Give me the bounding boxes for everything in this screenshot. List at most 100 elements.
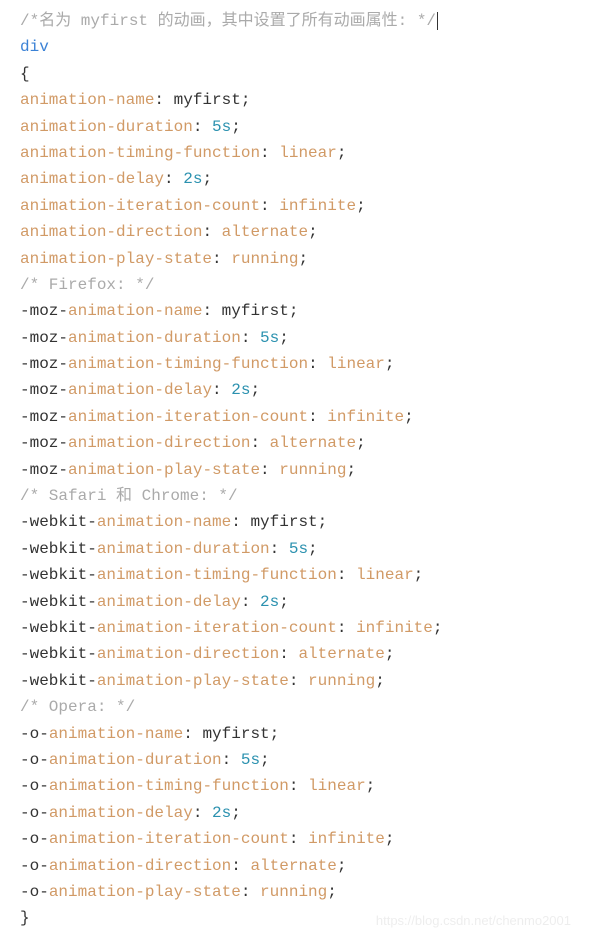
css-property: animation-direction [20,223,202,241]
semicolon: ; [279,593,289,611]
colon: : [337,566,356,584]
colon: : [260,144,279,162]
css-value: 5s [241,751,260,769]
code-line: -o-animation-delay: 2s; [20,800,571,826]
css-value: myfirst [202,725,269,743]
css-property: animation-name [97,513,231,531]
css-value: myfirst [222,302,289,320]
css-prefix: -moz- [20,381,68,399]
semicolon: ; [414,566,424,584]
colon: : [212,381,231,399]
code-line: animation-iteration-count: infinite; [20,193,571,219]
colon: : [231,857,250,875]
css-prefix: -o- [20,777,49,795]
code-line: -webkit-animation-play-state: running; [20,668,571,694]
css-prefix: -moz- [20,408,68,426]
css-value: linear [279,144,337,162]
css-value: myfirst [174,91,241,109]
code-comment-firefox: /* Firefox: */ [20,272,571,298]
css-value: running [260,883,327,901]
semicolon: ; [241,91,251,109]
css-prefix: -webkit- [20,645,97,663]
css-prefix: -webkit- [20,672,97,690]
code-line: -o-animation-duration: 5s; [20,747,571,773]
colon: : [308,355,327,373]
css-property: animation-timing-function [97,566,337,584]
css-property: animation-play-state [68,461,260,479]
css-value: running [231,250,298,268]
selector: div [20,38,49,56]
css-value: 2s [212,804,231,822]
css-property: animation-direction [68,434,250,452]
css-property: animation-delay [20,170,164,188]
semicolon: ; [346,461,356,479]
code-line: -moz-animation-direction: alternate; [20,430,571,456]
css-value: linear [327,355,385,373]
semicolon: ; [202,170,212,188]
css-property: animation-name [68,302,202,320]
semicolon: ; [375,672,385,690]
css-property: animation-play-state [97,672,289,690]
css-value: alternate [222,223,308,241]
css-property: animation-duration [49,751,222,769]
code-line: -o-animation-name: myfirst; [20,721,571,747]
colon: : [202,223,221,241]
css-value: infinite [279,197,356,215]
semicolon: ; [356,197,366,215]
colon: : [308,408,327,426]
css-property: animation-duration [68,329,241,347]
css-prefix: -o- [20,830,49,848]
code-line: -webkit-animation-delay: 2s; [20,589,571,615]
watermark-text: https://blog.csdn.net/chenmo2001 [376,910,571,931]
css-property: animation-iteration-count [97,619,337,637]
code-comment-safari: /* Safari 和 Chrome: */ [20,483,571,509]
colon: : [289,672,308,690]
semicolon: ; [385,830,395,848]
css-value: 2s [260,593,279,611]
colon: : [164,170,183,188]
code-line: -moz-animation-play-state: running; [20,457,571,483]
css-prefix: -webkit- [20,513,97,531]
colon: : [289,830,308,848]
css-prefix: -o- [20,804,49,822]
semicolon: ; [260,751,270,769]
css-property: animation-play-state [49,883,241,901]
css-prefix: -moz- [20,329,68,347]
css-property: animation-iteration-count [68,408,308,426]
code-comment-opera: /* Opera: */ [20,694,571,720]
brace-close: } [20,909,30,927]
css-value: 5s [289,540,308,558]
css-value: myfirst [250,513,317,531]
css-property: animation-timing-function [68,355,308,373]
semicolon: ; [337,857,347,875]
colon: : [241,329,260,347]
css-prefix: -o- [20,883,49,901]
colon: : [212,250,231,268]
css-property: animation-iteration-count [20,197,260,215]
code-line: -webkit-animation-direction: alternate; [20,641,571,667]
semicolon: ; [327,883,337,901]
colon: : [183,725,202,743]
code-line: -o-animation-iteration-count: infinite; [20,826,571,852]
semicolon: ; [404,408,414,426]
css-value: infinite [308,830,385,848]
css-property: animation-duration [97,540,270,558]
semicolon: ; [385,355,395,373]
semicolon: ; [385,645,395,663]
css-prefix: -moz- [20,302,68,320]
semicolon: ; [308,540,318,558]
css-property: animation-delay [49,804,193,822]
code-line: -moz-animation-name: myfirst; [20,298,571,324]
code-line: animation-timing-function: linear; [20,140,571,166]
semicolon: ; [250,381,260,399]
css-property: animation-delay [97,593,241,611]
css-value: running [308,672,375,690]
css-property: animation-iteration-count [49,830,289,848]
colon: : [250,434,269,452]
semicolon: ; [298,250,308,268]
css-prefix: -o- [20,725,49,743]
css-property: animation-direction [97,645,279,663]
code-line: -webkit-animation-name: myfirst; [20,509,571,535]
code-line: -moz-animation-timing-function: linear; [20,351,571,377]
semicolon: ; [318,513,328,531]
